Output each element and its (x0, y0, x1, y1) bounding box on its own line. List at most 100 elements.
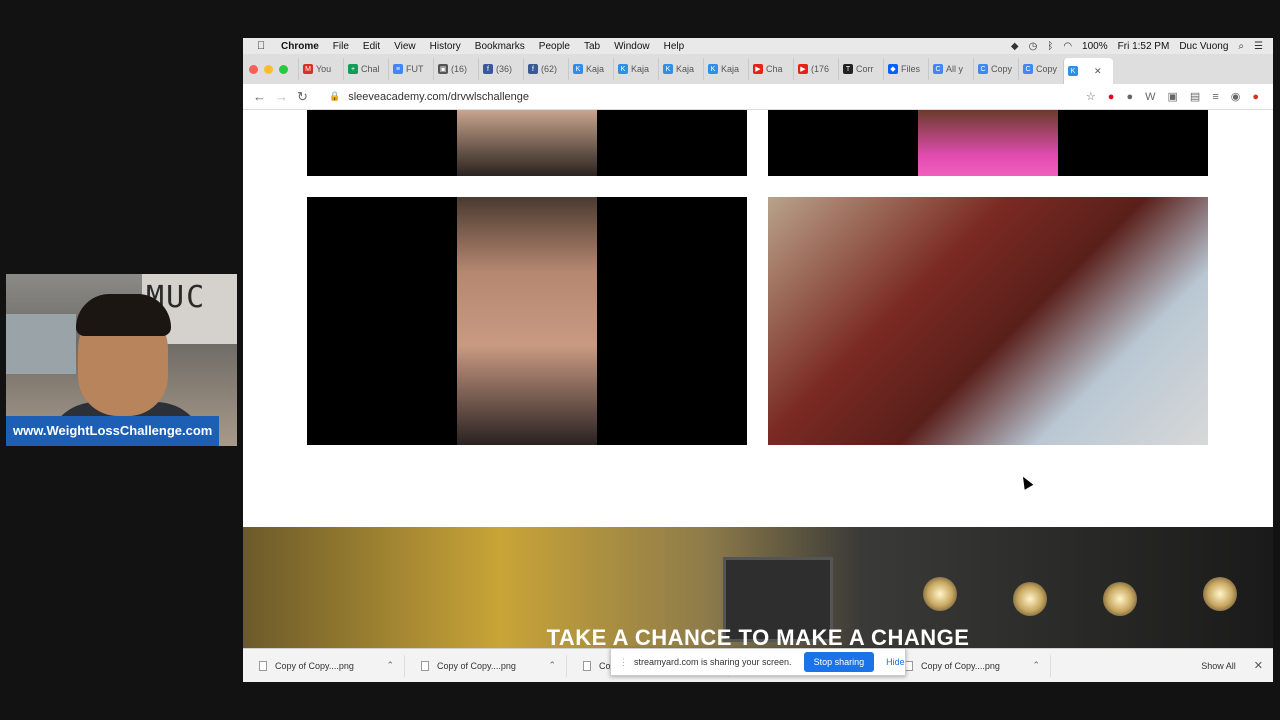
show-all-downloads-button[interactable]: Show All (1201, 661, 1236, 671)
banner-lamp (1103, 582, 1137, 616)
notification-center-icon[interactable]: ☰ (1254, 41, 1263, 52)
extension-icon[interactable]: ▤ (1190, 90, 1200, 103)
tab-label: Corr (856, 64, 874, 74)
extension-icon[interactable]: ● (1126, 91, 1133, 103)
browser-tab[interactable]: K Kaja (658, 58, 703, 80)
facebook-extension-icon[interactable]: ▣ (1168, 90, 1178, 103)
participant-video-frame (457, 110, 597, 176)
menu-app-name[interactable]: Chrome (281, 41, 319, 52)
banner-lamp (1203, 577, 1237, 611)
browser-tab[interactable]: ▶ (176 (793, 58, 838, 80)
browser-tab[interactable]: ▣ (16) (433, 58, 478, 80)
menu-item[interactable]: View (394, 41, 416, 52)
forward-icon[interactable]: → (275, 89, 297, 104)
chrome-icon: C (933, 64, 943, 74)
lock-icon[interactable]: 🔒 (329, 91, 340, 102)
menubar-user[interactable]: Duc Vuong (1179, 41, 1228, 52)
download-item[interactable]: Copy of Copy....png ⌃ (243, 654, 405, 677)
menu-item[interactable]: Window (614, 41, 650, 52)
browser-tab[interactable]: + Chal (343, 58, 388, 80)
share-message: streamyard.com is sharing your screen. (634, 657, 792, 667)
menubar-clock[interactable]: Fri 1:52 PM (1118, 41, 1170, 52)
menu-item[interactable]: Help (664, 41, 685, 52)
wifi-icon[interactable]: ◠ (1063, 41, 1072, 52)
spotlight-search-icon[interactable]: ⌕ (1238, 41, 1244, 52)
browser-tab[interactable]: C Copy (1018, 58, 1063, 80)
file-icon (421, 660, 429, 671)
page-content: TAKE A CHANCE TO MAKE A CHANGE (243, 110, 1273, 682)
youtube-icon: ▶ (753, 64, 763, 74)
bookmark-star-icon[interactable]: ☆ (1086, 90, 1096, 103)
browser-tab[interactable]: K Kaja (568, 58, 613, 80)
dropbox-icon[interactable]: ◆ (1011, 41, 1019, 52)
back-icon[interactable]: ← (253, 89, 275, 104)
url-field[interactable]: sleeveacademy.com/drvwlschallenge (348, 91, 529, 103)
pinterest-icon[interactable]: ● (1108, 91, 1115, 103)
browser-tab[interactable]: C All y (928, 58, 973, 80)
browser-tab[interactable]: f (62) (523, 58, 568, 80)
zoom-window-button[interactable] (279, 64, 288, 74)
participant-video (307, 197, 747, 445)
bluetooth-icon[interactable]: ᛒ (1047, 41, 1053, 52)
tab-strip: M You + Chal ≡ FUT ▣ (16) f (36) f (62) K Kaja K Kaja K K… (243, 54, 1273, 84)
browser-tab[interactable]: K Kaja (613, 58, 658, 80)
reload-icon[interactable]: ↻ (297, 89, 319, 105)
browser-window:  Chrome File Edit View History Bookmark… (243, 38, 1273, 682)
apple-icon[interactable]:  (257, 40, 267, 52)
tab-label: (36) (496, 64, 513, 74)
menu-item[interactable]: Edit (363, 41, 380, 52)
hide-button[interactable]: Hide (886, 657, 905, 667)
participant-video-frame (457, 197, 597, 445)
stop-sharing-button[interactable]: Stop sharing (803, 652, 875, 672)
browser-tab[interactable]: K Kaja (703, 58, 748, 80)
profile-avatar[interactable]: ◉ (1231, 90, 1241, 103)
tab-label: Kaja (631, 64, 650, 74)
minimize-window-button[interactable] (264, 64, 273, 74)
close-tab-icon[interactable]: ✕ (1094, 66, 1102, 77)
gmail-icon: M (303, 64, 313, 74)
close-icon[interactable]: ✕ (1254, 659, 1263, 672)
browser-tab[interactable]: C Copy (973, 58, 1018, 80)
browser-tab[interactable]: ≡ FUT (388, 58, 433, 80)
mac-menubar:  Chrome File Edit View History Bookmark… (243, 38, 1273, 54)
browser-tab[interactable]: ◆ Files (883, 58, 928, 80)
browser-tab[interactable]: K ✕ (1063, 58, 1113, 84)
drag-handle-icon[interactable]: ⋮ (619, 657, 628, 668)
facebook-icon: f (483, 64, 493, 74)
extension-icons: ☆ ● ● W ▣ ▤ ≡ ◉ ● (1086, 90, 1273, 104)
download-filename: Copy of Copy....png (275, 660, 354, 671)
tab-label: Kaja (721, 64, 740, 74)
extension-red-icon[interactable]: ● (1252, 91, 1259, 103)
download-item[interactable]: Copy of Copy....png ⌃ (889, 654, 1051, 677)
chevron-up-icon[interactable]: ⌃ (1032, 660, 1040, 671)
playlist-icon[interactable]: ≡ (1212, 91, 1218, 103)
webcam-caption: www.WeightLossChallenge.com (6, 416, 219, 446)
chevron-up-icon[interactable]: ⌃ (548, 660, 556, 671)
extension-w-icon[interactable]: W (1145, 91, 1155, 103)
tab-label: (62) (541, 64, 558, 74)
menu-item[interactable]: Tab (584, 41, 600, 52)
close-window-button[interactable] (249, 64, 258, 74)
banner-lamp (1013, 582, 1047, 616)
participant-video (768, 197, 1208, 445)
menu-item[interactable]: History (430, 41, 461, 52)
kajabi-icon: K (1068, 66, 1078, 76)
docs-icon: ≡ (393, 64, 403, 74)
download-item[interactable]: Copy of Copy....png ⌃ (405, 654, 567, 677)
menu-item[interactable]: Bookmarks (475, 41, 525, 52)
chevron-up-icon[interactable]: ⌃ (386, 660, 394, 671)
battery-percent[interactable]: 100% (1082, 41, 1108, 52)
tab-label: Copy (1036, 64, 1058, 74)
tab-label: You (316, 64, 332, 74)
time-machine-icon[interactable]: ◷ (1029, 41, 1038, 52)
tab-label: Kaja (586, 64, 605, 74)
kajabi-icon: K (573, 64, 583, 74)
participant-video-frame (918, 110, 1058, 176)
menu-item[interactable]: People (539, 41, 570, 52)
menu-item[interactable]: File (333, 41, 349, 52)
hero-banner: TAKE A CHANCE TO MAKE A CHANGE (243, 527, 1273, 655)
browser-tab[interactable]: M You (298, 58, 343, 80)
browser-tab[interactable]: ▶ Cha (748, 58, 793, 80)
browser-tab[interactable]: T Corr (838, 58, 883, 80)
browser-tab[interactable]: f (36) (478, 58, 523, 80)
